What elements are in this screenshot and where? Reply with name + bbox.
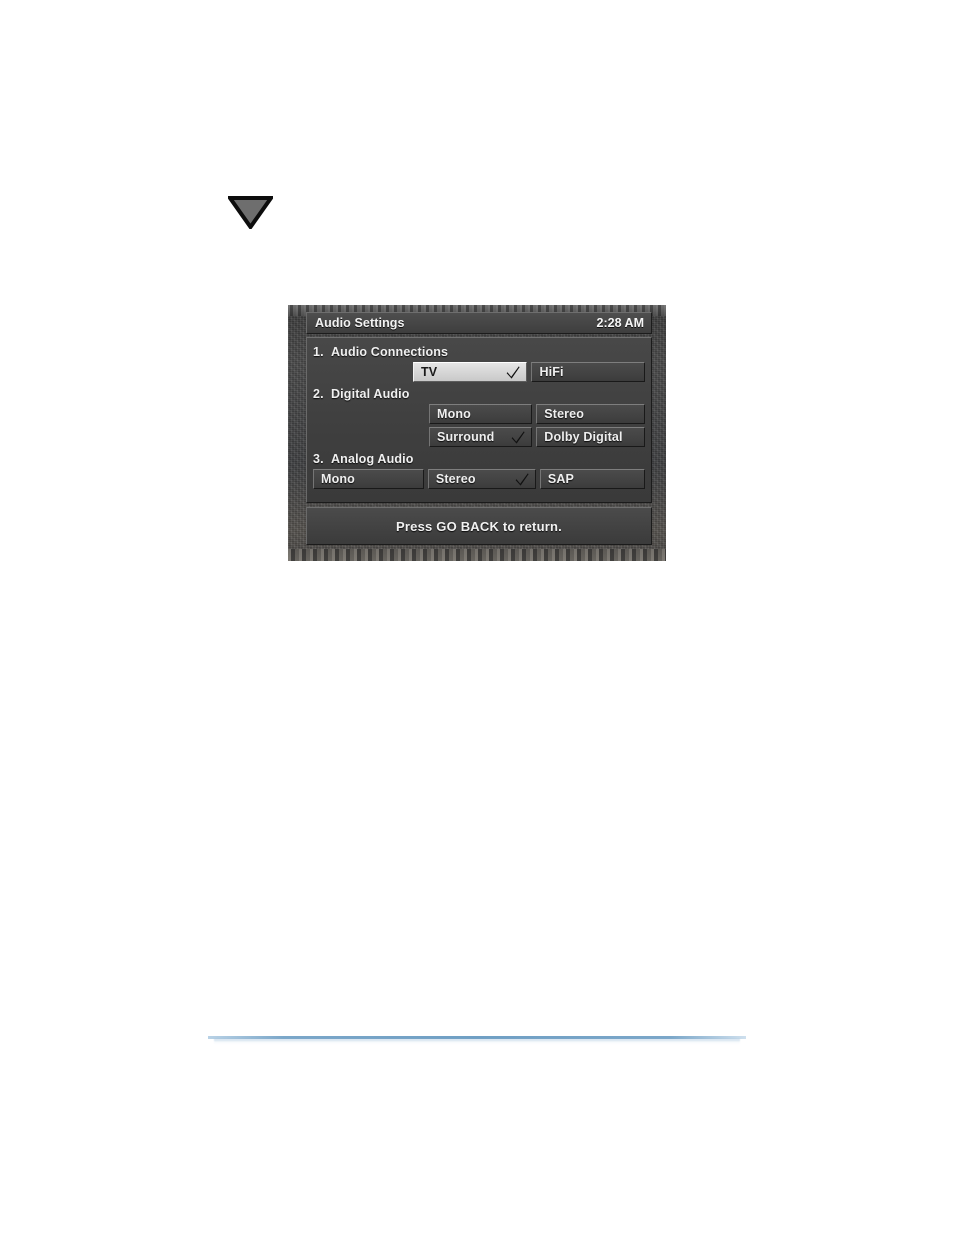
dialog-footer: Press GO BACK to return. bbox=[306, 507, 652, 545]
section-label-analog-audio: 3. Analog Audio bbox=[313, 450, 645, 469]
option-row-audio-connections: TV HiFi bbox=[313, 362, 645, 382]
tv-screen-capture: Audio Settings 2:28 AM 1. Audio Connectio… bbox=[288, 305, 666, 561]
section-title-3: Analog Audio bbox=[331, 452, 414, 466]
section-label-audio-connections: 1. Audio Connections bbox=[313, 343, 645, 362]
section-title-2: Digital Audio bbox=[331, 387, 410, 401]
option-label-tv: TV bbox=[421, 365, 438, 379]
option-button-hifi[interactable]: HiFi bbox=[531, 362, 645, 382]
option-button-analog-stereo[interactable]: Stereo bbox=[427, 469, 536, 489]
footer-hint-text: Press GO BACK to return. bbox=[396, 518, 562, 534]
section-title-1: Audio Connections bbox=[331, 345, 449, 359]
option-label-analog-stereo: Stereo bbox=[435, 472, 476, 486]
rule-glow bbox=[214, 1039, 740, 1045]
audio-settings-dialog: Audio Settings 2:28 AM 1. Audio Connectio… bbox=[306, 312, 652, 552]
option-button-digital-mono[interactable]: Mono bbox=[429, 404, 533, 424]
option-label-hifi: HiFi bbox=[539, 365, 564, 379]
option-button-dolby-digital[interactable]: Dolby Digital bbox=[536, 427, 645, 447]
dialog-body: 1. Audio Connections TV HiFi 2. Digital … bbox=[306, 337, 652, 503]
option-button-analog-sap[interactable]: SAP bbox=[539, 469, 645, 489]
page-title: Audio Settings bbox=[315, 316, 405, 330]
section-label-digital-audio: 2. Digital Audio bbox=[313, 385, 645, 404]
section-number-1: 1. bbox=[313, 345, 324, 359]
option-label-digital-mono: Mono bbox=[437, 407, 471, 421]
option-label-dolby-digital: Dolby Digital bbox=[544, 430, 623, 444]
section-number-3: 3. bbox=[313, 452, 324, 466]
section-number-2: 2. bbox=[313, 387, 324, 401]
option-row-digital-audio-1: Mono Stereo bbox=[313, 404, 645, 424]
dialog-title-bar: Audio Settings 2:28 AM bbox=[306, 312, 652, 334]
option-button-digital-surround[interactable]: Surround bbox=[429, 427, 533, 447]
option-row-analog-audio: Mono Stereo SAP bbox=[313, 469, 645, 489]
checkmark-icon bbox=[506, 365, 521, 380]
option-label-digital-stereo: Stereo bbox=[544, 407, 585, 421]
option-label-analog-mono: Mono bbox=[321, 472, 355, 486]
option-button-analog-mono[interactable]: Mono bbox=[313, 469, 424, 489]
option-label-digital-surround: Surround bbox=[437, 430, 495, 444]
checkmark-icon bbox=[515, 472, 530, 487]
option-button-tv[interactable]: TV bbox=[413, 362, 528, 382]
checkmark-icon bbox=[511, 430, 526, 445]
page-divider-rule bbox=[208, 1036, 746, 1045]
option-button-digital-stereo[interactable]: Stereo bbox=[536, 404, 645, 424]
triangle-down-icon bbox=[226, 195, 275, 231]
clock-display: 2:28 AM bbox=[596, 316, 644, 330]
option-label-analog-sap: SAP bbox=[547, 472, 575, 486]
option-row-digital-audio-2: Surround Dolby Digital bbox=[313, 427, 645, 447]
